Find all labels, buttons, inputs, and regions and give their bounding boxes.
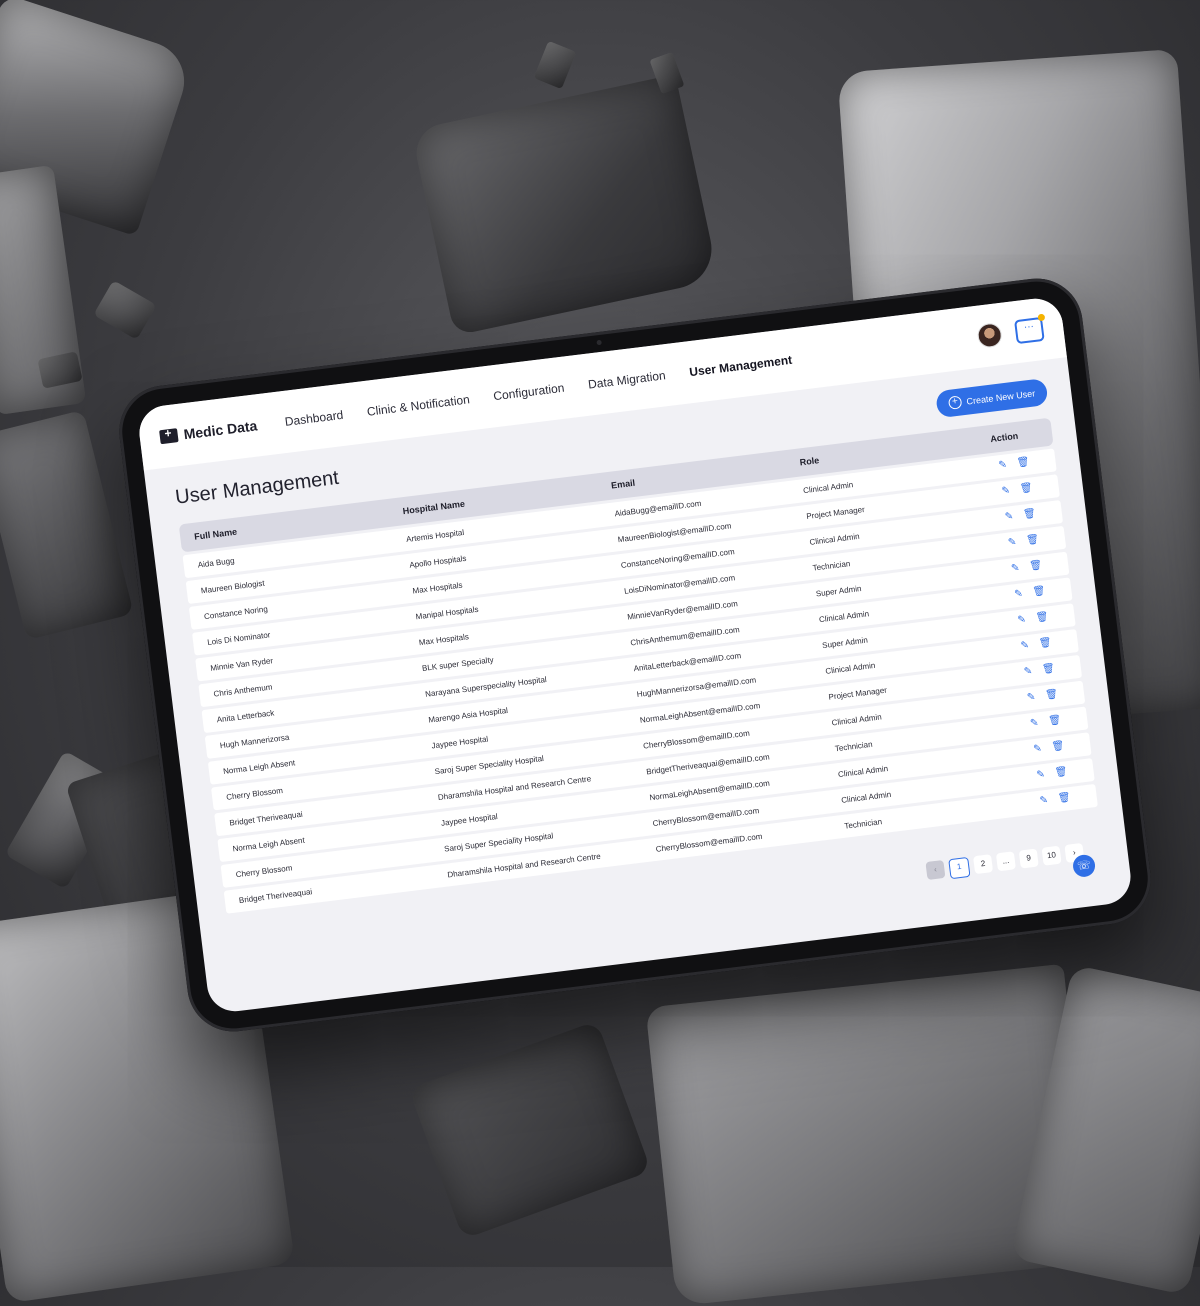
row-actions: ✎ 🗑 bbox=[984, 637, 1065, 657]
edit-icon[interactable]: ✎ bbox=[1039, 795, 1049, 807]
trash-icon[interactable]: 🗑 bbox=[1048, 715, 1062, 727]
trash-icon[interactable]: 🗑 bbox=[1057, 792, 1071, 804]
pagination-page-10[interactable]: 10 bbox=[1041, 845, 1062, 866]
background-rock bbox=[533, 40, 577, 90]
edit-icon[interactable]: ✎ bbox=[1036, 769, 1046, 781]
edit-icon[interactable]: ✎ bbox=[1033, 743, 1043, 755]
pagination-page-9[interactable]: 9 bbox=[1018, 848, 1039, 869]
trash-icon[interactable]: 🗑 bbox=[1019, 482, 1033, 494]
row-actions: ✎ 🗑 bbox=[987, 663, 1068, 683]
support-icon[interactable]: ☏ bbox=[1071, 853, 1097, 879]
row-actions: ✎ 🗑 bbox=[977, 586, 1058, 605]
app-screen: Medic Data Dashboard Clinic & Notificati… bbox=[136, 295, 1134, 1015]
edit-icon[interactable]: ✎ bbox=[1007, 537, 1017, 549]
row-actions: ✎ 🗑 bbox=[968, 508, 1049, 528]
row-actions: ✎ 🗑 bbox=[981, 611, 1062, 631]
trash-icon[interactable]: 🗑 bbox=[1054, 766, 1068, 778]
top-right-controls: ··· bbox=[976, 313, 1046, 349]
camera-dot bbox=[596, 339, 602, 346]
trash-icon[interactable]: 🗑 bbox=[1016, 457, 1030, 469]
edit-icon[interactable]: ✎ bbox=[1023, 666, 1033, 678]
row-actions: ✎ 🗑 bbox=[996, 740, 1077, 760]
edit-icon[interactable]: ✎ bbox=[1001, 485, 1011, 497]
pagination: ‹ 1 2 ... 9 10 › bbox=[925, 842, 1085, 882]
background-rock bbox=[411, 74, 719, 336]
create-button-label: Create New User bbox=[965, 387, 1036, 407]
trash-icon[interactable]: 🗑 bbox=[1035, 611, 1049, 623]
edit-icon[interactable]: ✎ bbox=[1030, 717, 1040, 729]
nav-clinic-notification[interactable]: Clinic & Notification bbox=[366, 392, 470, 418]
brand-logo[interactable]: Medic Data bbox=[159, 417, 258, 445]
edit-icon[interactable]: ✎ bbox=[998, 459, 1008, 471]
pagination-page-2[interactable]: 2 bbox=[973, 854, 994, 875]
row-actions: ✎ 🗑 bbox=[965, 482, 1046, 502]
row-actions: ✎ 🗑 bbox=[990, 689, 1071, 708]
tablet-device: Medic Data Dashboard Clinic & Notificati… bbox=[114, 273, 1156, 1037]
row-actions: ✎ 🗑 bbox=[961, 457, 1042, 476]
row-actions: ✎ 🗑 bbox=[971, 534, 1052, 553]
nav-user-management[interactable]: User Management bbox=[689, 353, 793, 379]
row-actions: ✎ 🗑 bbox=[974, 560, 1055, 579]
background-rock bbox=[93, 280, 157, 340]
edit-icon[interactable]: ✎ bbox=[1026, 692, 1036, 704]
row-actions: ✎ 🗑 bbox=[1003, 792, 1084, 812]
nav-dashboard[interactable]: Dashboard bbox=[284, 408, 344, 429]
folder-plus-icon bbox=[159, 428, 179, 445]
edit-icon[interactable]: ✎ bbox=[1004, 511, 1014, 523]
plus-icon: + bbox=[947, 395, 963, 410]
trash-icon[interactable]: 🗑 bbox=[1045, 689, 1059, 701]
trash-icon[interactable]: 🗑 bbox=[1026, 534, 1040, 546]
row-actions: ✎ 🗑 bbox=[993, 715, 1074, 734]
edit-icon[interactable]: ✎ bbox=[1017, 614, 1027, 626]
chat-icon[interactable]: ··· bbox=[1014, 313, 1046, 345]
brand-name: Medic Data bbox=[182, 417, 259, 443]
column-header-action: Action bbox=[989, 430, 1019, 445]
background-rock bbox=[0, 409, 134, 641]
edit-icon[interactable]: ✎ bbox=[1011, 563, 1021, 575]
background-rock bbox=[408, 1020, 652, 1240]
nav-configuration[interactable]: Configuration bbox=[493, 381, 566, 404]
trash-icon[interactable]: 🗑 bbox=[1051, 740, 1065, 752]
notification-dot bbox=[1037, 313, 1046, 322]
row-actions: ✎ 🗑 bbox=[1000, 766, 1081, 786]
trash-icon[interactable]: 🗑 bbox=[1029, 560, 1043, 572]
pagination-ellipsis: ... bbox=[995, 851, 1016, 872]
trash-icon[interactable]: 🗑 bbox=[1022, 508, 1036, 520]
trash-icon[interactable]: 🗑 bbox=[1041, 663, 1055, 675]
page-title: User Management bbox=[174, 466, 341, 509]
trash-icon[interactable]: 🗑 bbox=[1038, 637, 1052, 649]
pagination-prev-button[interactable]: ‹ bbox=[925, 859, 946, 881]
create-new-user-button[interactable]: + Create New User bbox=[935, 377, 1049, 419]
nav-data-migration[interactable]: Data Migration bbox=[587, 368, 666, 391]
edit-icon[interactable]: ✎ bbox=[1020, 640, 1030, 652]
pagination-page-1[interactable]: 1 bbox=[948, 856, 971, 880]
avatar[interactable] bbox=[976, 322, 1004, 349]
trash-icon[interactable]: 🗑 bbox=[1032, 586, 1046, 598]
edit-icon[interactable]: ✎ bbox=[1014, 588, 1024, 600]
